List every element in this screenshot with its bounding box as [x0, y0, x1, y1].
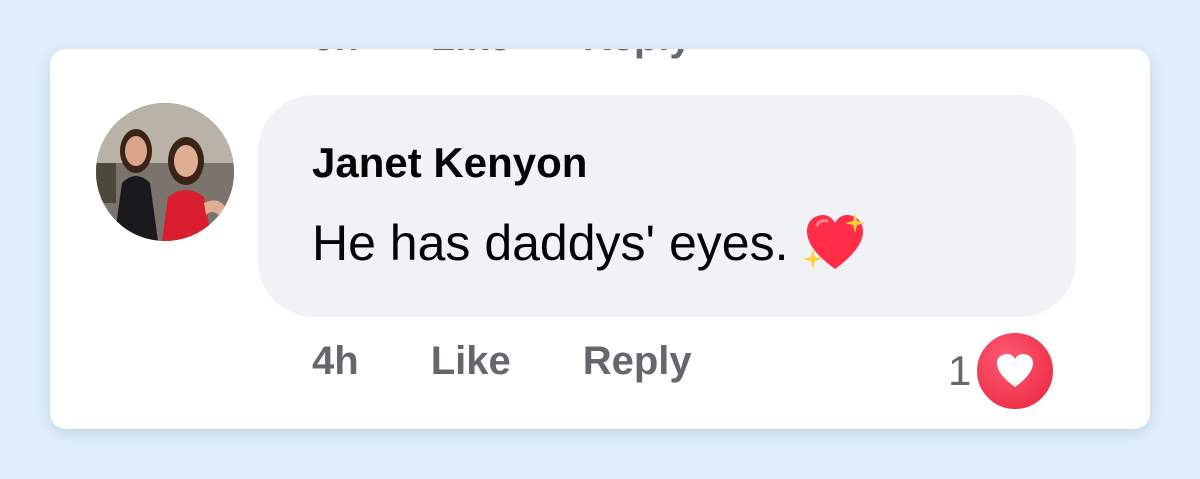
avatar-photo: [96, 103, 234, 241]
previous-comment-time[interactable]: 6h: [312, 49, 359, 60]
previous-comment-actions: 6h Like Reply: [312, 49, 692, 60]
comment-time[interactable]: 4h: [312, 339, 359, 384]
comment-author[interactable]: Janet Kenyon: [312, 139, 587, 187]
reaction-summary[interactable]: 1: [948, 329, 1058, 413]
previous-reply-button[interactable]: Reply: [583, 49, 692, 60]
comment-bubble: Janet Kenyon He has daddys' eyes.: [258, 95, 1076, 317]
comment-actions: 4h Like Reply: [312, 339, 692, 384]
love-icon: [973, 329, 1058, 413]
sparkling-heart-icon: [802, 213, 867, 273]
avatar[interactable]: [96, 103, 234, 241]
reaction-count: 1: [948, 347, 972, 394]
reply-button[interactable]: Reply: [583, 339, 692, 384]
like-button[interactable]: Like: [431, 339, 511, 384]
comment-text-row: He has daddys' eyes.: [312, 213, 867, 273]
comment-card: 6h Like Reply Janet Kenyon He has daddys…: [50, 49, 1150, 429]
comment-text: He has daddys' eyes.: [312, 215, 789, 271]
previous-like-button[interactable]: Like: [431, 49, 511, 60]
